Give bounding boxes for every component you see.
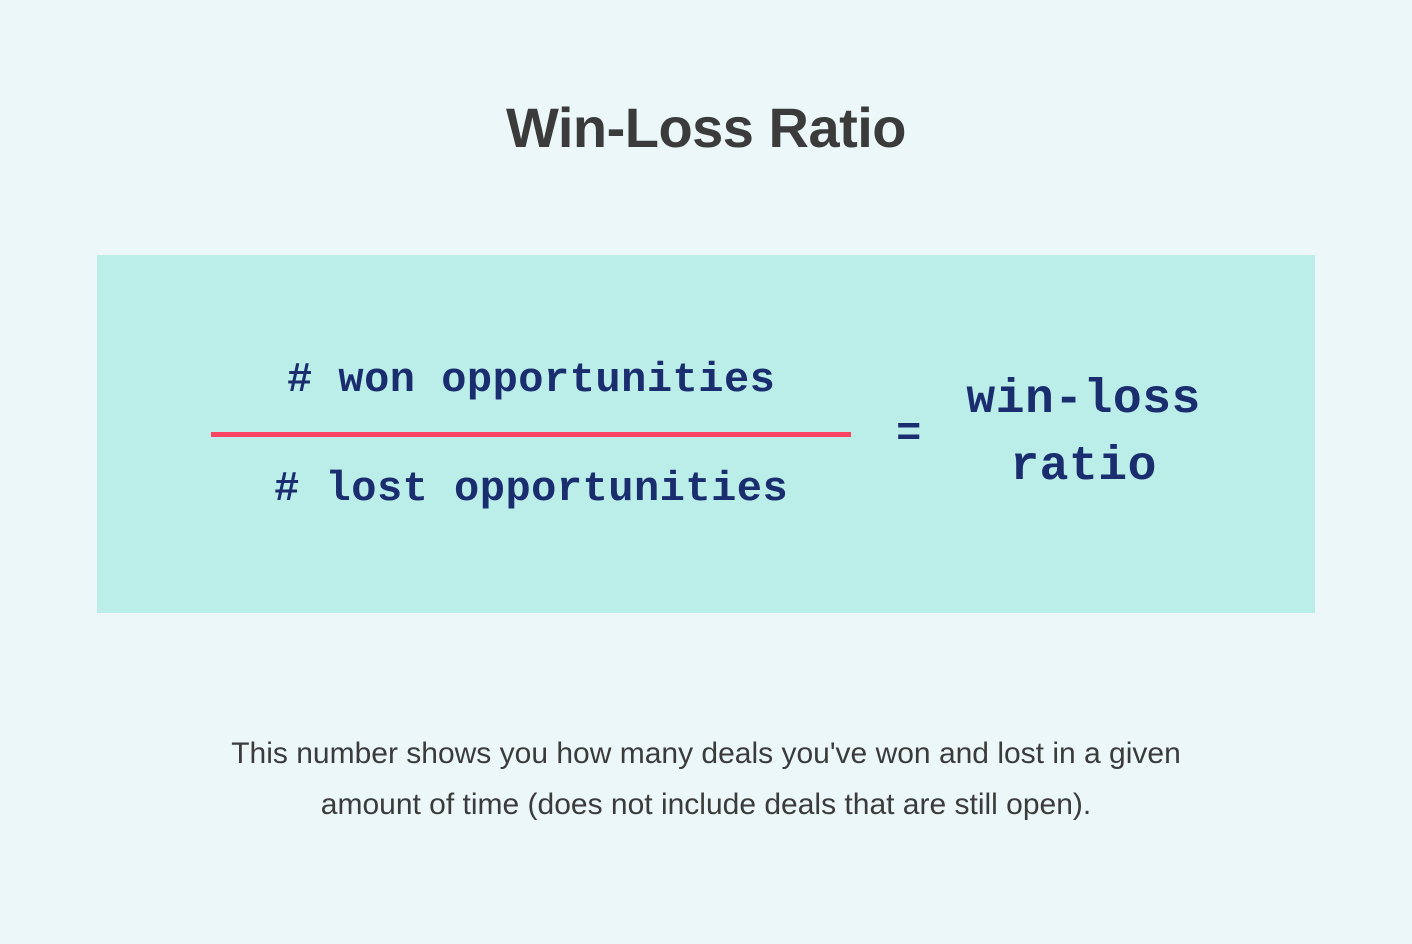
numerator: # won opportunities <box>287 356 775 404</box>
result-line-2: ratio <box>1010 434 1157 501</box>
fraction: # won opportunities # lost opportunities <box>211 356 851 513</box>
formula-box: # won opportunities # lost opportunities… <box>97 255 1315 613</box>
result-line-1: win-loss <box>966 367 1200 434</box>
formula-result: win-loss ratio <box>966 367 1200 501</box>
formula: # won opportunities # lost opportunities… <box>211 356 1201 513</box>
equals-sign: = <box>896 410 921 458</box>
fraction-bar <box>211 432 851 437</box>
description-text: This number shows you how many deals you… <box>181 728 1231 830</box>
denominator: # lost opportunities <box>274 465 788 513</box>
page-title: Win-Loss Ratio <box>506 95 906 160</box>
